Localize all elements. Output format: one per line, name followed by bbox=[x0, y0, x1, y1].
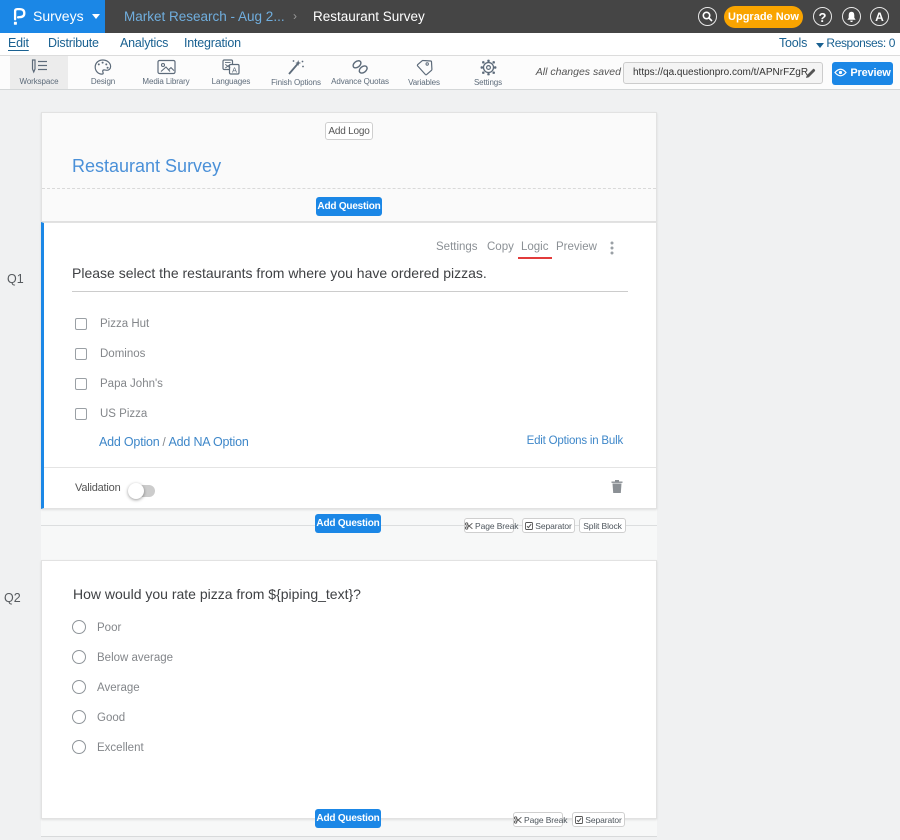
svg-text:A: A bbox=[232, 65, 237, 74]
